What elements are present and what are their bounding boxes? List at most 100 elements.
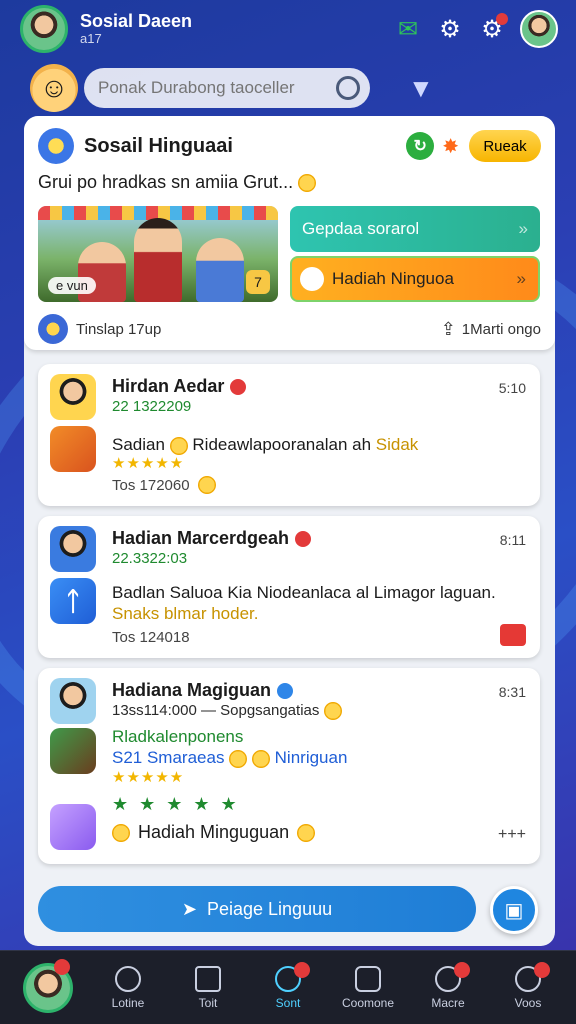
emoji-icon xyxy=(251,749,270,768)
nav-label: Voos xyxy=(514,995,542,1010)
spark-icon: ✸ xyxy=(442,135,459,158)
refresh-icon[interactable]: ↻ xyxy=(406,132,435,160)
chat-bubble-icon[interactable]: ▼ xyxy=(408,73,434,104)
featured-card: Sosail Hinguaai ↻ ✸ Rueak Grui po hradka… xyxy=(24,116,555,350)
reward-icon xyxy=(50,426,96,472)
primary-action-button[interactable]: ➤ Peiage Linguuu xyxy=(38,886,476,932)
arrows-icon: » xyxy=(518,219,528,238)
post-footer: Tos 172060 xyxy=(112,476,216,494)
nav-item-voos[interactable]: Voos xyxy=(492,961,564,1010)
emoji-icon xyxy=(298,174,317,193)
gear-icon[interactable]: ⚙ xyxy=(436,15,464,43)
image-badge: 7 xyxy=(246,270,270,294)
post-body: Badlan Saluoa Kia Niodeanlaca al Limagor… xyxy=(112,582,526,625)
featured-footer: Tinslap 17up ⇪ 1Marti ongo xyxy=(38,314,541,344)
share-icon[interactable]: ⇪ xyxy=(441,319,456,340)
post-time: 8:11 xyxy=(499,532,526,548)
promo-top-label: Gepdaa sorarol xyxy=(302,219,420,238)
more-icon[interactable]: +++ xyxy=(498,826,526,844)
feed-post[interactable]: Hadian Marcerdgeah 8:11 22.3322:03 ᛏ Bad… xyxy=(38,516,540,658)
bottom-nav: Lotine Toit Sont Coomone Macre Voos xyxy=(0,950,576,1024)
post-meta-text: 22.3322:03 xyxy=(112,550,188,567)
post-author-name: Hadiana Magiguan xyxy=(112,680,272,700)
post-time: 5:10 xyxy=(498,380,526,396)
promo-button-bottom[interactable]: Hadiah Ninguoa » xyxy=(290,256,540,302)
post-body-a: Sadian xyxy=(112,435,165,454)
promo-button-top[interactable]: Gepdaa sorarol » xyxy=(290,206,540,252)
post-avatar[interactable] xyxy=(50,678,96,724)
profile-avatar[interactable] xyxy=(20,5,68,53)
post-time: 8:31 xyxy=(498,684,526,700)
nav-label: Macre xyxy=(431,995,465,1010)
app-title: Sosial Daeen xyxy=(80,10,193,31)
user-avatar[interactable] xyxy=(520,10,558,48)
featured-title: Sosail Hinguaai xyxy=(84,134,233,157)
post-footer-text: Tos 124018 xyxy=(112,629,190,646)
post-meta-text: 22 1322209 xyxy=(112,398,192,415)
message-icon[interactable]: ✉ xyxy=(394,15,422,43)
search-icon[interactable] xyxy=(336,76,360,100)
emoji-icon xyxy=(169,436,188,455)
top-icons: ✉ ⚙ ⚙ xyxy=(394,10,558,48)
post-meta: 13ss114:000 — Sopgsangatias xyxy=(112,702,342,721)
rating-stars: ★★★★★ xyxy=(112,455,185,473)
compose-button[interactable]: ▣ xyxy=(490,886,538,934)
nav-item-profile[interactable] xyxy=(12,958,84,1013)
person-figure xyxy=(134,218,182,302)
emoji-icon xyxy=(197,476,216,494)
post-author: Hadian Marcerdgeah xyxy=(112,528,312,549)
nav-item-lotine[interactable]: Lotine xyxy=(92,965,164,1010)
search-input[interactable] xyxy=(98,78,336,98)
main-panel: Sosail Hinguaai ↻ ✸ Rueak Grui po hradka… xyxy=(24,116,555,946)
search-box[interactable] xyxy=(84,68,370,108)
globe-icon xyxy=(38,314,68,344)
feed-post[interactable]: Hirdan Aedar 5:10 22 1322209 Sadian Ride… xyxy=(38,364,540,506)
top-bar: Sosial Daeen a17 ✉ ⚙ ⚙ xyxy=(0,0,576,58)
post-author-name: Hadian Marcerdgeah xyxy=(112,528,290,548)
post-author: Hadiana Magiguan xyxy=(112,680,294,701)
emoji-avatar-icon[interactable]: ☺ xyxy=(30,64,78,112)
post-meta: 22.3322:03 xyxy=(112,550,187,567)
post-bottom-text: Hadiah Minguguan xyxy=(138,822,290,842)
notification-badge xyxy=(454,961,470,978)
post-footer-text: Tos 172060 xyxy=(112,476,190,494)
nav-label: Lotine xyxy=(111,995,145,1010)
nav-item-sont[interactable]: Sont xyxy=(252,961,324,1010)
post-line-2b: Ninriguan xyxy=(274,748,348,768)
verified-icon xyxy=(277,682,294,699)
emoji-icon xyxy=(323,702,342,721)
gift-icon xyxy=(300,267,324,291)
nav-item-coomone[interactable]: Coomone xyxy=(332,965,404,1010)
compass-icon xyxy=(115,965,141,992)
nav-item-macre[interactable]: Macre xyxy=(412,961,484,1010)
post-footer: Tos 124018 xyxy=(112,629,190,646)
post-body: Rladkalenponens S21 Smaraeas Ninriguan ★… xyxy=(112,726,526,787)
featured-text-content: Grui po hradkas sn amiia Grut... xyxy=(38,172,294,192)
feed-post[interactable]: Hadiana Magiguan 8:31 13ss114:000 — Sopg… xyxy=(38,668,540,864)
post-bottom-row: Hadiah Minguguan xyxy=(112,822,316,843)
rocket-icon xyxy=(38,128,74,164)
settings-notification-icon[interactable]: ⚙ xyxy=(478,13,508,43)
post-line-2a: S21 Smaraeas xyxy=(112,748,225,768)
nav-label: Sont xyxy=(275,995,301,1010)
send-icon: ➤ xyxy=(181,898,197,919)
app-subtitle: a17 xyxy=(80,30,102,46)
nav-item-toit[interactable]: Toit xyxy=(172,965,244,1010)
notification-badge xyxy=(294,961,310,978)
post-line-2: S21 Smaraeas Ninriguan xyxy=(112,747,526,768)
primary-action-label: Peiage Linguuu xyxy=(206,898,333,919)
post-body-highlight: Sidak xyxy=(375,435,419,454)
sticker-icon[interactable] xyxy=(500,624,526,646)
post-avatar[interactable] xyxy=(50,526,96,572)
app-title-block: Sosial Daeen a17 xyxy=(80,10,193,46)
featured-action-button[interactable]: Rueak xyxy=(469,130,541,162)
app-icon: ᛏ xyxy=(50,578,96,624)
camera-icon xyxy=(355,965,381,992)
image-label: e vun xyxy=(48,277,96,294)
arrows-icon: » xyxy=(516,269,526,288)
featured-image[interactable]: e vun 7 xyxy=(38,206,278,302)
featured-footer-left: Tinslap 17up xyxy=(76,320,162,338)
post-author-name: Hirdan Aedar xyxy=(112,376,225,396)
post-body-highlight: Snaks blmar hoder. xyxy=(112,604,259,624)
post-avatar[interactable] xyxy=(50,374,96,420)
